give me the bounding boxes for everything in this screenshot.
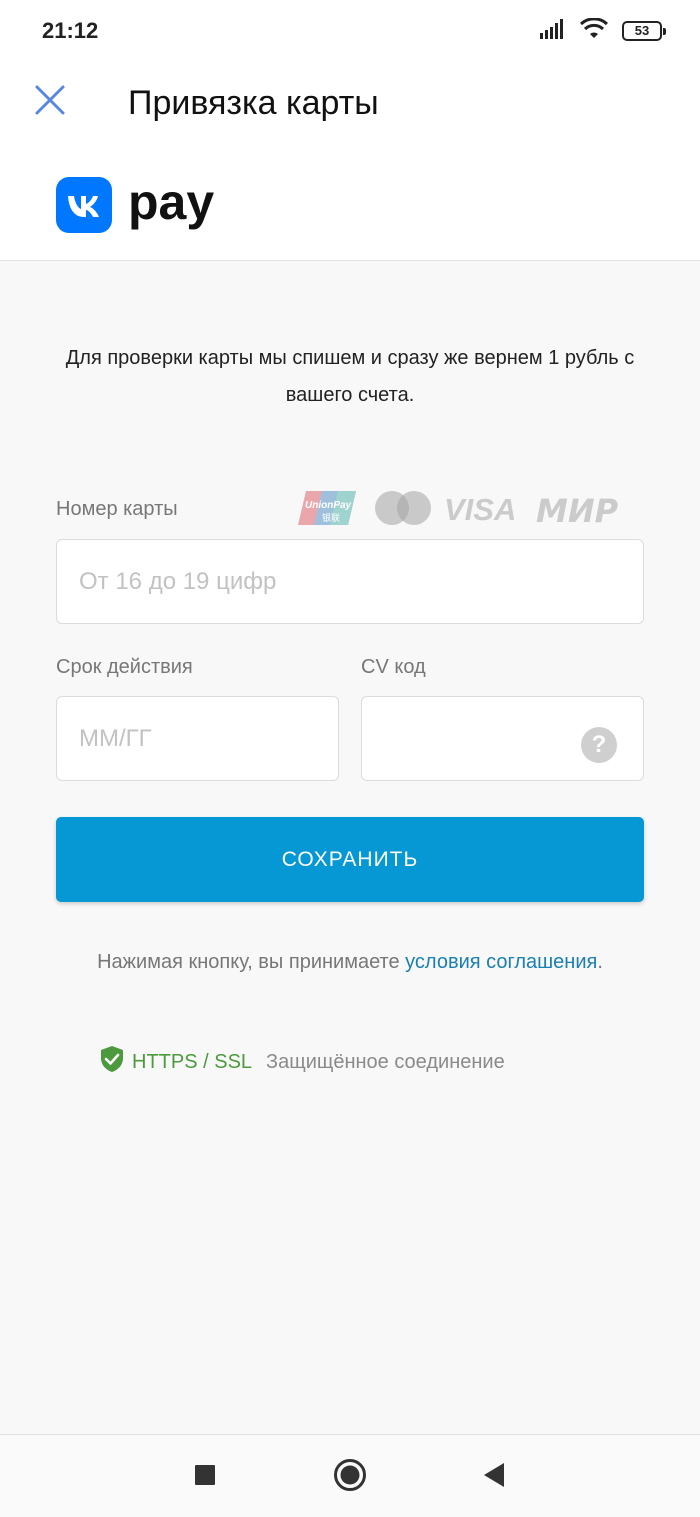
terms-text: Нажимая кнопку, вы принимаете условия со… bbox=[60, 944, 640, 981]
wifi-icon bbox=[579, 16, 609, 45]
unionpay-text: UnionPay bbox=[305, 500, 352, 511]
unionpay-logo: UnionPay 银联 bbox=[298, 491, 356, 525]
page-title: Привязка карты bbox=[128, 84, 379, 122]
back-button[interactable] bbox=[476, 1459, 512, 1495]
terms-prefix: Нажимая кнопку, вы принимаете bbox=[97, 951, 406, 973]
home-button[interactable] bbox=[332, 1458, 368, 1497]
mir-logo: МИР bbox=[536, 492, 619, 528]
status-icons: 53 bbox=[540, 16, 666, 45]
close-icon bbox=[34, 84, 66, 121]
card-number-label: Номер карты bbox=[56, 498, 178, 520]
card-number-input[interactable] bbox=[57, 540, 643, 623]
save-button[interactable]: СОХРАНИТЬ bbox=[56, 817, 644, 902]
secure-connection: HTTPS / SSL Защищённое соединение bbox=[100, 1046, 505, 1078]
vk-logo bbox=[56, 177, 112, 233]
terms-suffix: . bbox=[597, 951, 603, 973]
app-bar: Привязка карты bbox=[0, 62, 700, 150]
secure-protocol: HTTPS / SSL bbox=[132, 1050, 253, 1073]
signal-icon bbox=[540, 18, 566, 44]
help-icon[interactable]: ? bbox=[581, 727, 617, 763]
recents-icon bbox=[194, 1464, 216, 1491]
terms-link[interactable]: условия соглашения bbox=[405, 951, 597, 973]
status-time: 21:12 bbox=[42, 18, 99, 43]
shield-icon bbox=[100, 1045, 124, 1079]
battery-icon: 53 bbox=[622, 21, 666, 41]
brand-name: pay bbox=[128, 174, 215, 230]
nav-bar bbox=[0, 1434, 700, 1517]
back-icon bbox=[482, 1462, 506, 1493]
status-bar: 21:12 53 bbox=[0, 0, 700, 62]
secure-text: Защищённое соединение bbox=[266, 1050, 505, 1073]
home-icon bbox=[333, 1458, 367, 1497]
mastercard-logo bbox=[375, 491, 431, 525]
cvv-label: CV код bbox=[361, 656, 426, 678]
unionpay-cn-text: 银联 bbox=[322, 512, 340, 524]
brand-bar: pay bbox=[0, 150, 700, 261]
card-logos: UnionPay 银联 VISA МИР bbox=[296, 488, 644, 530]
cvv-field: ? bbox=[361, 696, 644, 781]
info-text: Для проверки карты мы спишем и сразу же … bbox=[65, 347, 635, 406]
close-button[interactable] bbox=[30, 82, 70, 122]
expiry-field bbox=[56, 696, 339, 781]
visa-logo: VISA bbox=[444, 492, 516, 527]
expiry-input[interactable] bbox=[57, 697, 338, 780]
card-number-field bbox=[56, 539, 644, 624]
recents-button[interactable] bbox=[187, 1459, 223, 1495]
expiry-label: Срок действия bbox=[56, 656, 193, 678]
